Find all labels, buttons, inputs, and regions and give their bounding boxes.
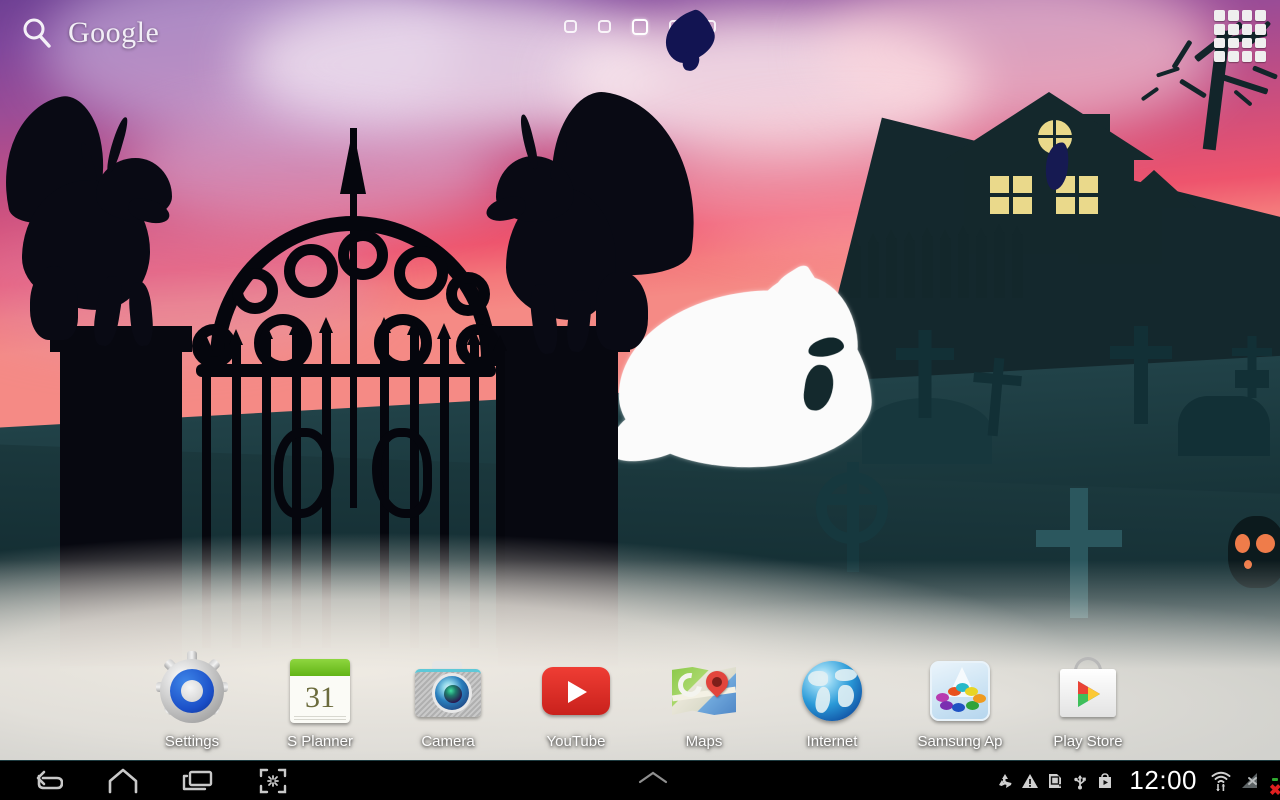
home-icon[interactable]: [85, 761, 160, 800]
play-store-icon[interactable]: [1052, 655, 1124, 727]
dock-item-samsung-apps[interactable]: Samsung Ap: [896, 655, 1024, 750]
google-label: Google: [68, 16, 160, 49]
system-navigation-bar: 12:00 ✖: [0, 760, 1280, 800]
dock-label: Maps: [685, 733, 723, 750]
wallpaper: [0, 0, 1280, 760]
grave-cross: [1232, 336, 1272, 398]
status-tray[interactable]: 12:00 ✖: [996, 765, 1280, 798]
dock-label: Play Store: [1053, 733, 1123, 750]
usb-icon: [1071, 772, 1089, 790]
dock-label: S Planner: [287, 733, 353, 750]
dock-item-camera[interactable]: Camera: [384, 655, 512, 750]
picket-fence: [850, 223, 1040, 298]
dock-item-internet[interactable]: Internet: [768, 655, 896, 750]
dock-label: Camera: [421, 733, 475, 750]
recent-apps-icon[interactable]: [160, 761, 235, 800]
warning-triangle-icon: [1021, 772, 1039, 790]
screen-capture-icon[interactable]: [235, 761, 310, 800]
dock-label: YouTube: [546, 733, 606, 750]
maps-icon[interactable]: [668, 655, 740, 727]
globe-icon[interactable]: [796, 655, 868, 727]
nav-buttons: [0, 761, 310, 800]
dock-item-youtube[interactable]: YouTube: [512, 655, 640, 750]
camera-icon[interactable]: [412, 655, 484, 727]
signal-off-icon: [1239, 771, 1261, 791]
grave-cross: [969, 356, 1024, 438]
back-arrow-icon[interactable]: [10, 761, 85, 800]
dock-label: Samsung Ap: [917, 733, 1003, 750]
grave-cross: [1110, 326, 1172, 424]
dock-label: Internet: [806, 733, 858, 750]
sd-card-alert-icon: [1046, 772, 1064, 790]
youtube-icon[interactable]: [540, 655, 612, 727]
dock-item-play-store[interactable]: Play Store: [1024, 655, 1152, 750]
notification-handle[interactable]: [310, 769, 996, 792]
settings-gear-icon[interactable]: [156, 651, 228, 727]
dock-label: Settings: [164, 733, 220, 750]
samsung-apps-icon[interactable]: [924, 655, 996, 727]
home-screen: Google Settings 31 S Planner Camera YouT…: [0, 0, 1280, 800]
google-search-widget[interactable]: Google: [10, 12, 169, 54]
grave-cross: [896, 330, 954, 418]
apps-grid-icon[interactable]: [1214, 10, 1266, 62]
status-clock: 12:00: [1129, 765, 1197, 795]
recycle-icon: [996, 772, 1014, 790]
chevron-up-icon[interactable]: [636, 769, 670, 792]
dock-item-s-planner[interactable]: 31 S Planner: [256, 655, 384, 750]
gargoyle-statue: [0, 90, 190, 348]
calendar-icon[interactable]: 31: [284, 655, 356, 727]
app-dock: Settings 31 S Planner Camera YouTube Map…: [0, 651, 1280, 750]
dock-item-settings[interactable]: Settings: [128, 651, 256, 750]
dock-item-maps[interactable]: Maps: [640, 655, 768, 750]
search-icon[interactable]: [20, 16, 54, 50]
play-store-bag-icon: [1096, 772, 1114, 790]
wifi-transfer-icon: [1210, 770, 1232, 792]
